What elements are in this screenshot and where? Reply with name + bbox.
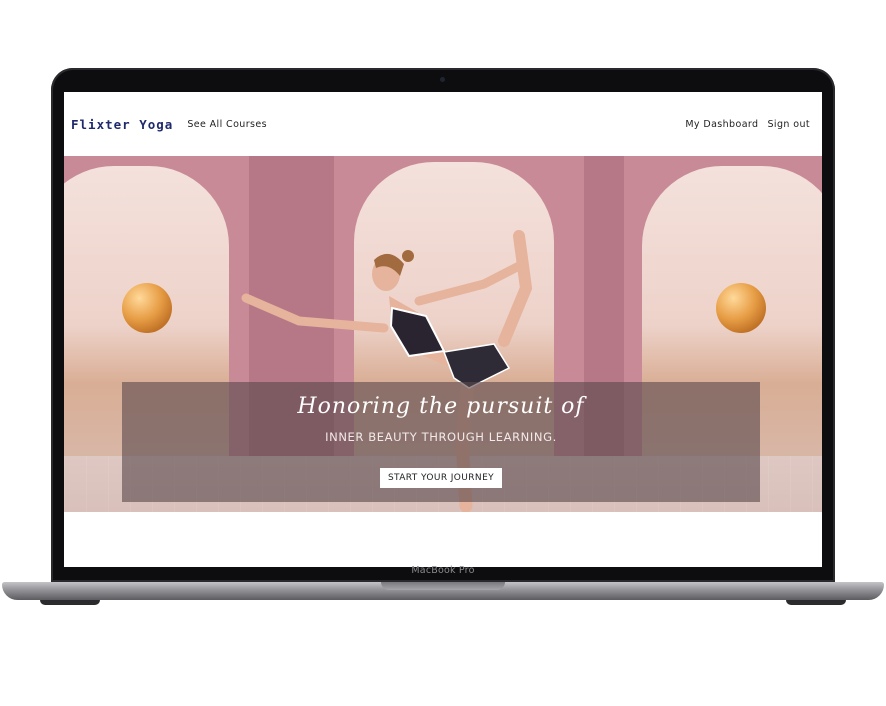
site-logo[interactable]: Flixter Yoga [71, 117, 173, 132]
laptop-foot-right [786, 600, 846, 605]
hero-overlay-panel: Honoring the pursuit of INNER BEAUTY THR… [122, 382, 760, 502]
laptop-foot-left [40, 600, 100, 605]
hero-subheadline: INNER BEAUTY THROUGH LEARNING. [325, 430, 557, 444]
site-header: Flixter Yoga See All Courses My Dashboar… [64, 92, 822, 156]
browser-screen: Flixter Yoga See All Courses My Dashboar… [64, 92, 822, 567]
laptop-base [2, 582, 884, 600]
hero-banner: Honoring the pursuit of INNER BEAUTY THR… [64, 156, 822, 512]
nav-right: My Dashboard Sign out [676, 119, 810, 130]
laptop-chin: MacBook Pro [51, 558, 835, 582]
sign-out-link[interactable]: Sign out [768, 119, 811, 130]
nav-left: Flixter Yoga See All Courses [71, 117, 267, 132]
laptop-lid: Flixter Yoga See All Courses My Dashboar… [51, 68, 835, 582]
hero-headline: Honoring the pursuit of [297, 394, 585, 419]
see-all-courses-link[interactable]: See All Courses [187, 119, 267, 130]
laptop-opening-notch [381, 582, 505, 590]
start-your-journey-button[interactable]: START YOUR JOURNEY [380, 468, 502, 488]
my-dashboard-link[interactable]: My Dashboard [685, 119, 758, 130]
camera-icon [440, 77, 445, 82]
device-model-label: MacBook Pro [411, 564, 475, 576]
